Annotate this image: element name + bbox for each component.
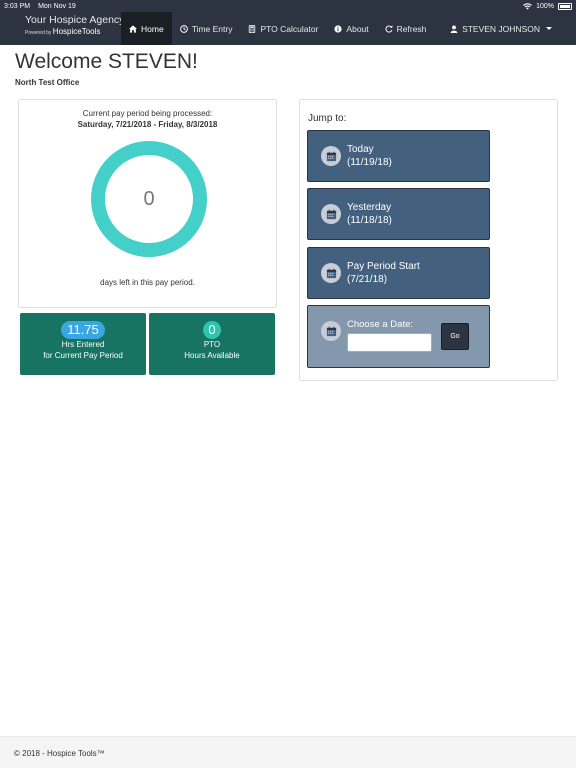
status-bar: 3:03 PM Mon Nov 19 100% [0,0,576,12]
nav-time-entry[interactable]: Time Entry [172,12,241,45]
chevron-down-icon [546,27,552,30]
date-input[interactable] [347,333,432,352]
jump-to-panel: Jump to: Today (11/19/18) Yesterday (11/… [299,99,558,381]
days-left-value: 0 [143,187,155,210]
refresh-icon [385,24,393,33]
info-icon [334,24,343,33]
hours-entered-sublabel: for Current Pay Period [43,351,123,360]
jump-to-title: Jump to: [308,113,347,124]
choose-date-panel: Choose a Date: Go [307,305,490,368]
navbar: Your Hospice Agency Powered by HospiceTo… [0,12,576,45]
nav-home-label: Home [141,23,164,34]
user-icon [450,24,458,33]
pto-sublabel: Hours Available [184,351,240,360]
status-date: Mon Nov 19 [38,2,76,10]
battery-percent: 100% [536,2,554,10]
calculator-icon [249,24,256,33]
brand-name: Your Hospice Agency [25,14,125,26]
user-name: STEVEN JOHNSON [462,23,540,34]
hours-entered-label: Hrs Entered [61,340,105,349]
nav-refresh-label: Refresh [396,23,427,34]
page-title: Welcome STEVEN! [15,50,198,73]
brand[interactable]: Your Hospice Agency Powered by HospiceTo… [0,12,125,45]
powered-by-label: Powered by [25,30,52,36]
nav-refresh[interactable]: Refresh [377,12,435,45]
brand-powered: Powered by HospiceTools [25,27,121,36]
choose-date-label: Choose a Date: [347,319,414,330]
pay-period-label: Current pay period being processed: [82,109,213,118]
jump-period-start-date: (7/21/18) [347,274,388,285]
product-name: HospiceTools [52,27,101,36]
calendar-icon [321,146,341,166]
go-button[interactable]: Go [441,323,469,350]
nav-pto-calculator-label: PTO Calculator [260,23,319,34]
calendar-icon [321,321,341,341]
nav-time-entry-label: Time Entry [191,23,233,34]
hours-entered-tile[interactable]: 11.75 Hrs Entered for Current Pay Period [20,313,146,375]
nav-home[interactable]: Home [121,12,172,45]
home-icon [129,24,137,33]
hours-entered-badge: 11.75 [61,321,105,339]
jump-today-button[interactable]: Today (11/19/18) [307,130,490,182]
status-time: 3:03 PM [4,2,31,10]
jump-today-date: (11/19/18) [347,157,392,168]
nav-about-label: About [346,23,369,34]
jump-yesterday-label: Yesterday [347,202,392,213]
clock-icon [179,24,188,33]
jump-today-label: Today [347,144,374,155]
jump-period-start-label: Pay Period Start [347,261,420,272]
copyright-text: © 2018 - Hospice Tools™ [14,749,105,758]
days-left-label: days left in this pay period. [100,278,195,287]
nav-pto-calculator[interactable]: PTO Calculator [240,12,326,45]
wifi-icon [523,2,532,10]
battery-icon [558,2,572,10]
jump-yesterday-button[interactable]: Yesterday (11/18/18) [307,188,490,240]
office-name: North Test Office [15,78,80,87]
jump-period-start-button[interactable]: Pay Period Start (7/21/18) [307,247,490,299]
pto-label: PTO [203,340,221,349]
pay-period-dates: Saturday, 7/21/2018 - Friday, 8/3/2018 [77,120,218,129]
calendar-icon [321,263,341,283]
nav-about[interactable]: About [326,12,376,45]
footer: © 2018 - Hospice Tools™ [0,736,576,768]
user-menu[interactable]: STEVEN JOHNSON [442,12,576,45]
pay-period-panel: Current pay period being processed: Satu… [18,99,277,308]
pto-hours-tile[interactable]: 0 PTO Hours Available [149,313,275,375]
calendar-icon [321,204,341,224]
jump-yesterday-date: (11/18/18) [347,215,392,226]
pto-hours-badge: 0 [203,321,221,339]
